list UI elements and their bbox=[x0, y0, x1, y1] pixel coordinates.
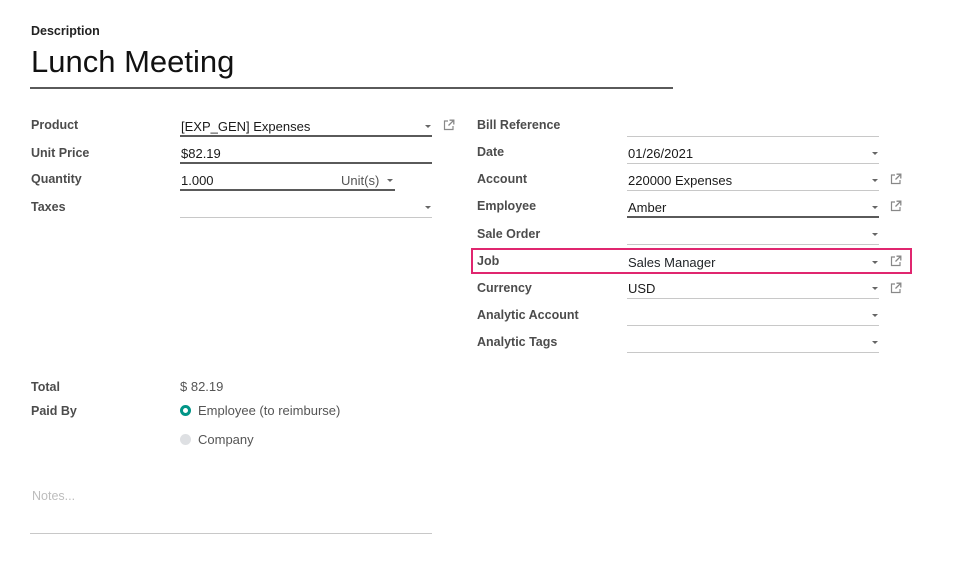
chevron-down-icon[interactable] bbox=[872, 261, 878, 264]
employee-value: Amber bbox=[628, 200, 667, 215]
uom-select[interactable]: Unit(s) bbox=[341, 173, 379, 188]
quantity-field[interactable]: 1.000 Unit(s) bbox=[180, 171, 395, 191]
date-value: 01/26/2021 bbox=[628, 146, 694, 161]
date-label: Date bbox=[477, 145, 505, 159]
unit-price-field[interactable]: $82.19 bbox=[180, 144, 432, 164]
analytic-tags-field[interactable] bbox=[627, 333, 879, 353]
bill-reference-field[interactable] bbox=[627, 117, 879, 137]
account-value: 220000 Expenses bbox=[628, 173, 733, 188]
employee-label: Employee bbox=[477, 199, 537, 213]
chevron-down-icon[interactable] bbox=[425, 125, 431, 128]
account-field[interactable]: 220000 Expenses bbox=[627, 171, 879, 191]
chevron-down-icon[interactable] bbox=[872, 179, 878, 182]
sale-order-field[interactable] bbox=[627, 225, 879, 245]
date-field[interactable]: 01/26/2021 bbox=[627, 144, 879, 164]
external-link-icon[interactable] bbox=[443, 119, 455, 131]
analytic-tags-label: Analytic Tags bbox=[477, 335, 558, 349]
paid-by-option-label: Company bbox=[198, 432, 254, 447]
external-link-icon[interactable] bbox=[890, 255, 902, 267]
total-value: $ 82.19 bbox=[180, 379, 224, 394]
currency-label: Currency bbox=[477, 281, 532, 295]
notes-placeholder: Notes... bbox=[32, 489, 76, 503]
external-link-icon[interactable] bbox=[890, 282, 902, 294]
chevron-down-icon[interactable] bbox=[872, 287, 878, 290]
description-underline bbox=[30, 87, 673, 89]
product-value: [EXP_GEN] Expenses bbox=[181, 119, 311, 134]
paid-by-option-company[interactable]: Company bbox=[180, 432, 380, 450]
radio-unselected-icon[interactable] bbox=[180, 434, 191, 445]
chevron-down-icon[interactable] bbox=[872, 233, 878, 236]
chevron-down-icon[interactable] bbox=[425, 206, 431, 209]
external-link-icon[interactable] bbox=[890, 173, 902, 185]
account-label: Account bbox=[477, 172, 527, 186]
analytic-account-label: Analytic Account bbox=[477, 308, 579, 322]
external-link-icon[interactable] bbox=[890, 200, 902, 212]
job-field[interactable]: Sales Manager bbox=[627, 252, 879, 272]
chevron-down-icon[interactable] bbox=[872, 314, 878, 317]
paid-by-option-employee[interactable]: Employee (to reimburse) bbox=[180, 403, 380, 421]
unit-price-label: Unit Price bbox=[31, 146, 90, 160]
product-field[interactable]: [EXP_GEN] Expenses bbox=[180, 117, 432, 137]
paid-by-label: Paid By bbox=[31, 404, 77, 418]
total-label: Total bbox=[31, 380, 60, 394]
quantity-label: Quantity bbox=[31, 172, 82, 186]
quantity-value: 1.000 bbox=[181, 173, 214, 188]
unit-price-value: $82.19 bbox=[181, 146, 221, 161]
currency-value: USD bbox=[628, 281, 656, 296]
job-value: Sales Manager bbox=[628, 255, 716, 270]
job-label: Job bbox=[477, 254, 500, 268]
description-label: Description bbox=[31, 24, 100, 38]
analytic-account-field[interactable] bbox=[627, 306, 879, 326]
paid-by-option-label: Employee (to reimburse) bbox=[198, 403, 341, 418]
chevron-down-icon[interactable] bbox=[872, 341, 878, 344]
product-label: Product bbox=[31, 118, 79, 132]
chevron-down-icon[interactable] bbox=[387, 179, 393, 182]
taxes-field[interactable] bbox=[180, 198, 432, 218]
radio-selected-icon[interactable] bbox=[180, 405, 191, 416]
currency-field[interactable]: USD bbox=[627, 279, 879, 299]
taxes-label: Taxes bbox=[31, 200, 66, 214]
chevron-down-icon[interactable] bbox=[872, 152, 878, 155]
bill-reference-label: Bill Reference bbox=[477, 118, 561, 132]
chevron-down-icon[interactable] bbox=[872, 206, 878, 209]
description-input[interactable]: Lunch Meeting bbox=[31, 44, 234, 80]
sale-order-label: Sale Order bbox=[477, 227, 541, 241]
employee-field[interactable]: Amber bbox=[627, 198, 879, 218]
notes-field[interactable]: Notes... bbox=[30, 482, 432, 534]
